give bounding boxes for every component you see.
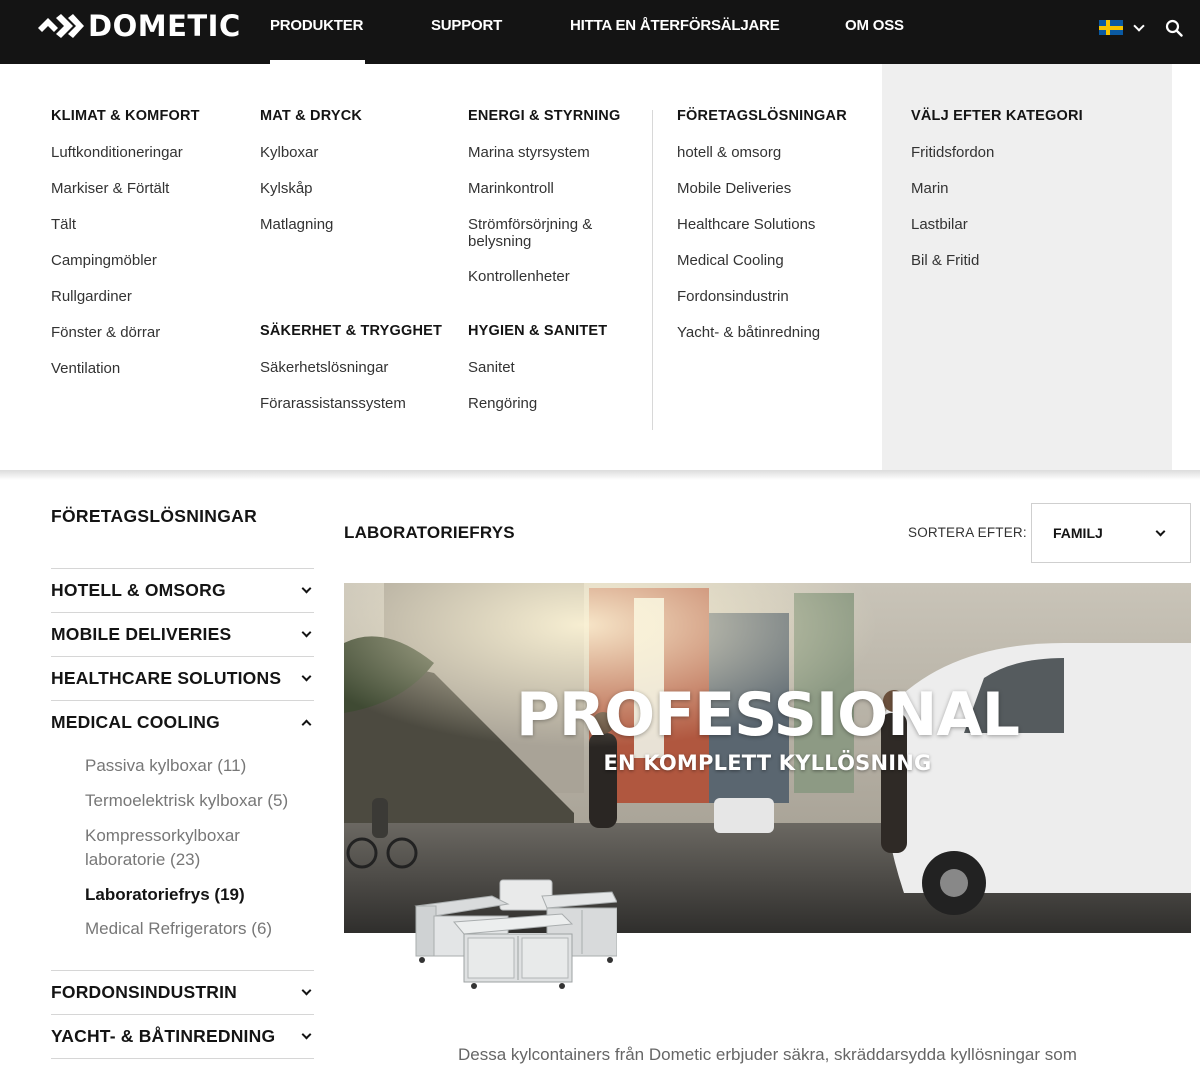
nav-produkter[interactable]: PRODUKTER xyxy=(270,17,363,34)
nav-support[interactable]: SUPPORT xyxy=(431,17,502,34)
chevron-down-icon xyxy=(301,1029,312,1040)
sidebar-sub-item-active[interactable]: Laboratoriefrys (19) xyxy=(85,883,245,907)
chevron-down-icon xyxy=(1133,19,1145,32)
dometic-logo-icon xyxy=(38,14,84,38)
mega-menu: KLIMAT & KOMFORT Luftkonditioneringar Ma… xyxy=(0,64,1200,470)
menu-heading: MAT & DRYCK xyxy=(260,108,363,124)
hero-subtitle: EN KOMPLETT KYLLÖSNING xyxy=(603,751,932,775)
sidebar-section-label: MOBILE DELIVERIES xyxy=(51,624,232,644)
sidebar-sub-item[interactable]: Passiva kylboxar (11) xyxy=(85,754,246,778)
menu-link[interactable]: Strömförsörjning & belysning xyxy=(468,216,628,250)
sidebar-section-label: HOTELL & OMSORG xyxy=(51,580,226,600)
menu-heading: FÖRETAGSLÖSNINGAR xyxy=(677,108,847,124)
brand-name: DOMETIC xyxy=(88,9,241,43)
chevron-down-icon xyxy=(1155,526,1166,536)
hero-title: PROFESSIONAL xyxy=(515,680,1020,750)
dometic-logo[interactable]: DOMETIC xyxy=(38,9,241,43)
nav-hitta-aterforsaljare[interactable]: HITTA EN ÅTERFÖRSÄLJARE xyxy=(570,17,780,34)
menu-link[interactable]: Sanitet xyxy=(468,359,515,376)
menu-heading: ENERGI & STYRNING xyxy=(468,108,621,124)
menu-link[interactable]: Fönster & dörrar xyxy=(51,324,160,341)
mega-menu-shadow xyxy=(0,470,1200,480)
laboratory-freezer-products-image xyxy=(414,879,617,989)
menu-link[interactable]: Markiser & Förtält xyxy=(51,180,169,197)
menu-link[interactable]: Kylboxar xyxy=(260,144,318,161)
sidebar-section-healthcare[interactable]: HEALTHCARE SOLUTIONS xyxy=(51,656,314,700)
menu-heading: VÄLJ EFTER KATEGORI xyxy=(911,108,1083,124)
sidebar-sub-item[interactable]: Kompressorkylboxar laboratorie (23) xyxy=(85,824,265,872)
menu-link[interactable]: Luftkonditioneringar xyxy=(51,144,183,161)
menu-link[interactable]: Kylskåp xyxy=(260,180,313,197)
language-selector[interactable] xyxy=(1099,19,1145,35)
sidebar-section-label: FORDONSINDUSTRIN xyxy=(51,982,237,1002)
menu-link[interactable]: Ventilation xyxy=(51,360,120,377)
chevron-down-icon xyxy=(301,671,312,682)
product-description: Dessa kylcontainers från Dometic erbjude… xyxy=(458,1045,1077,1064)
sort-label: SORTERA EFTER: xyxy=(908,525,1027,540)
menu-heading: SÄKERHET & TRYGGHET xyxy=(260,323,443,339)
chevron-down-icon xyxy=(301,583,312,594)
menu-link[interactable]: Fritidsfordon xyxy=(911,144,994,161)
menu-link[interactable]: Rengöring xyxy=(468,395,537,412)
page-title: LABORATORIEFRYS xyxy=(344,523,515,542)
top-navigation-bar: DOMETIC PRODUKTER SUPPORT HITTA EN ÅTERF… xyxy=(0,0,1200,64)
menu-link[interactable]: Healthcare Solutions xyxy=(677,216,815,233)
sidebar-sub-item[interactable]: Medical Refrigerators (6) xyxy=(85,917,272,941)
menu-link[interactable]: Mobile Deliveries xyxy=(677,180,791,197)
chevron-down-icon xyxy=(301,985,312,996)
sidebar-title: FÖRETAGSLÖSNINGAR xyxy=(51,506,258,526)
menu-link[interactable]: Tält xyxy=(51,216,76,233)
menu-link[interactable]: Fordonsindustrin xyxy=(677,288,789,305)
sidebar-section-label: YACHT- & BÅTINREDNING xyxy=(51,1026,276,1046)
menu-heading: KLIMAT & KOMFORT xyxy=(51,108,200,124)
menu-heading: HYGIEN & SANITET xyxy=(468,323,608,339)
sidebar-section-yacht[interactable]: YACHT- & BÅTINREDNING xyxy=(51,1014,314,1058)
nav-om-oss[interactable]: OM OSS xyxy=(845,17,904,34)
sort-dropdown-value: FAMILJ xyxy=(1053,525,1103,541)
sidebar-section-hotell[interactable]: HOTELL & OMSORG xyxy=(51,568,314,612)
chevron-down-icon xyxy=(301,627,312,638)
menu-link[interactable]: Lastbilar xyxy=(911,216,968,233)
sort-dropdown[interactable]: FAMILJ xyxy=(1031,503,1191,563)
sidebar-section-mobile-deliveries[interactable]: MOBILE DELIVERIES xyxy=(51,612,314,656)
sidebar-bottom-divider xyxy=(51,1058,314,1059)
sidebar-section-label: MEDICAL COOLING xyxy=(51,712,220,732)
search-icon[interactable] xyxy=(1165,19,1183,37)
menu-link[interactable]: hotell & omsorg xyxy=(677,144,781,161)
menu-link[interactable]: Marina styrsystem xyxy=(468,144,590,161)
menu-link[interactable]: Bil & Fritid xyxy=(911,252,979,269)
menu-column-klimat: KLIMAT & KOMFORT xyxy=(51,108,241,126)
menu-link[interactable]: Medical Cooling xyxy=(677,252,784,269)
menu-divider xyxy=(652,110,653,430)
chevron-up-icon xyxy=(301,719,312,730)
sidebar-section-medical-cooling[interactable]: MEDICAL COOLING xyxy=(51,700,314,744)
sidebar-section-label: HEALTHCARE SOLUTIONS xyxy=(51,668,282,688)
menu-link[interactable]: Förarassistanssystem xyxy=(260,395,406,412)
menu-link[interactable]: Marin xyxy=(911,180,949,197)
menu-link[interactable]: Marinkontroll xyxy=(468,180,554,197)
menu-link[interactable]: Matlagning xyxy=(260,216,333,233)
sidebar-section-fordonsindustrin[interactable]: FORDONSINDUSTRIN xyxy=(51,970,314,1014)
menu-link[interactable]: Campingmöbler xyxy=(51,252,157,269)
menu-link[interactable]: Kontrollenheter xyxy=(468,268,570,285)
menu-link[interactable]: Säkerhetslösningar xyxy=(260,359,388,376)
swedish-flag-icon xyxy=(1099,20,1123,35)
menu-link[interactable]: Rullgardiner xyxy=(51,288,132,305)
menu-link[interactable]: Yacht- & båtinredning xyxy=(677,324,820,341)
sidebar-sub-item[interactable]: Termoelektrisk kylboxar (5) xyxy=(85,789,288,813)
